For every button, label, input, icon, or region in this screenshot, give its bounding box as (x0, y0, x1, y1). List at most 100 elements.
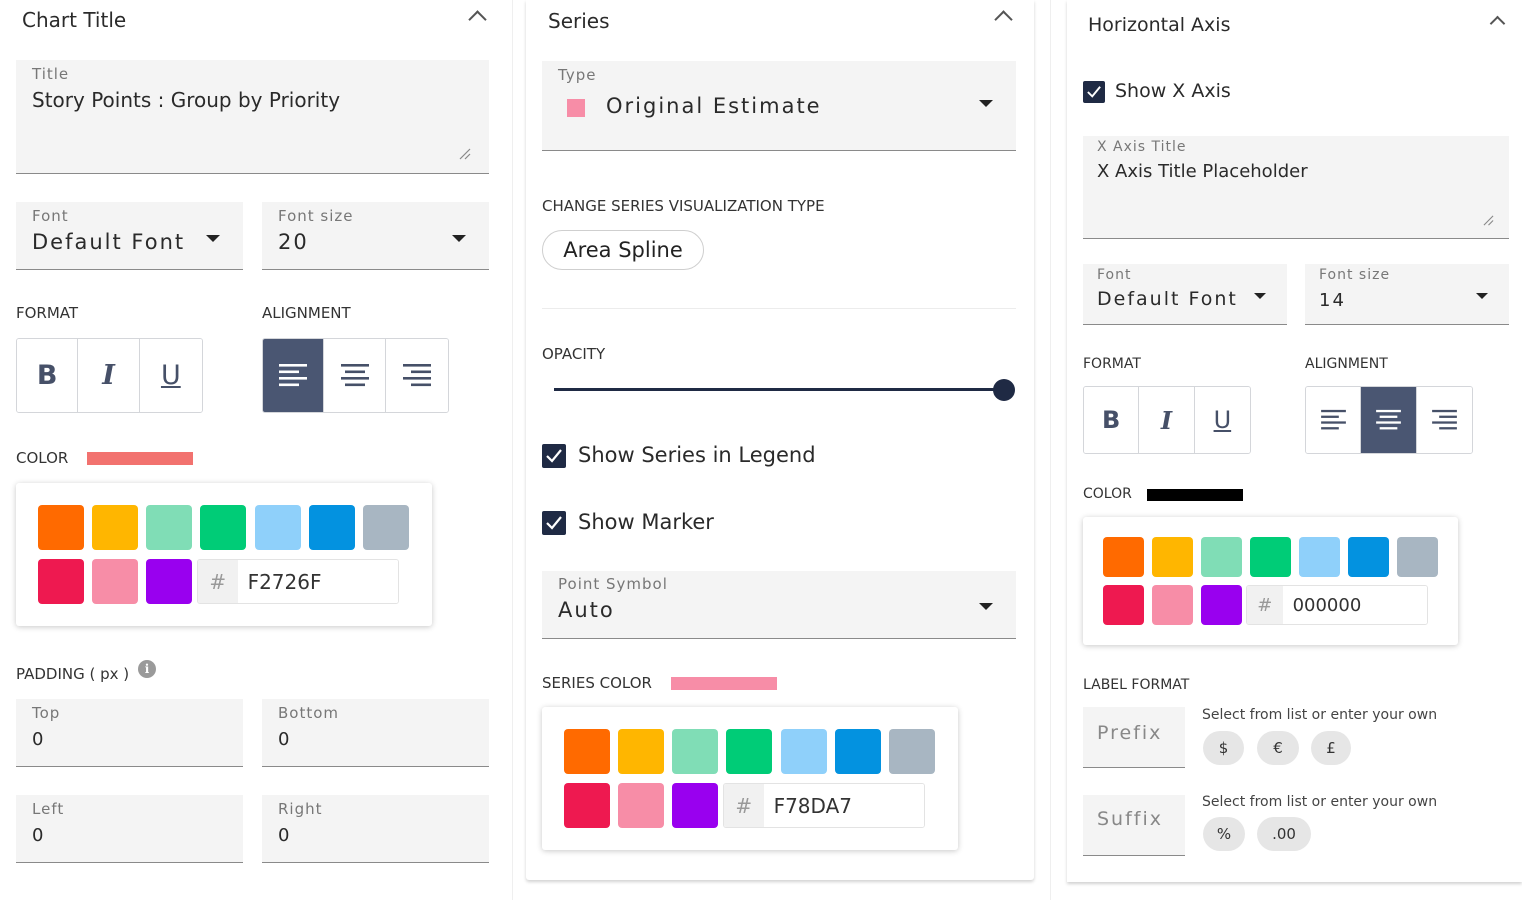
italic-button[interactable]: I (1139, 387, 1195, 453)
color-swatch[interactable] (726, 729, 772, 774)
padding-left-field[interactable]: Left 0 (16, 795, 243, 863)
italic-button[interactable]: I (78, 339, 140, 412)
align-right-button[interactable] (1416, 387, 1472, 453)
chevron-up-icon[interactable] (468, 10, 487, 29)
font-select[interactable]: Font Default Font (16, 202, 243, 270)
color-swatch[interactable] (672, 729, 718, 774)
align-center-button[interactable] (1361, 387, 1417, 453)
font-select-label: Font (32, 207, 69, 225)
show-marker-label[interactable]: Show Marker (578, 510, 714, 534)
dropdown-arrow-icon (1476, 293, 1488, 299)
color-swatch[interactable] (1250, 537, 1291, 577)
hex-input[interactable]: # F2726F (197, 559, 399, 604)
opacity-slider-track[interactable] (554, 388, 1004, 391)
hash-symbol: # (724, 784, 764, 827)
prefix-option-dollar[interactable]: $ (1203, 731, 1244, 765)
padding-top-field[interactable]: Top 0 (16, 699, 243, 767)
color-swatch[interactable] (889, 729, 935, 774)
resize-handle-icon[interactable] (1483, 215, 1494, 226)
color-swatch[interactable] (200, 505, 246, 550)
show-in-legend-checkbox[interactable] (542, 444, 566, 468)
chevron-up-icon[interactable] (1489, 15, 1506, 32)
color-swatch[interactable] (781, 729, 827, 774)
color-swatch[interactable] (1299, 537, 1340, 577)
align-right-button[interactable] (385, 339, 448, 412)
color-swatch[interactable] (309, 505, 355, 550)
color-swatch[interactable] (564, 729, 610, 774)
change-viz-type-label: CHANGE SERIES VISUALIZATION TYPE (542, 197, 825, 215)
color-swatch[interactable] (1103, 585, 1144, 625)
font-size-select[interactable]: Font size 20 (262, 202, 489, 270)
color-swatch[interactable] (1152, 537, 1193, 577)
prefix-input[interactable]: Prefix (1083, 707, 1185, 768)
divider (542, 308, 1016, 309)
color-swatch[interactable] (92, 505, 138, 550)
dropdown-arrow-icon (979, 100, 993, 107)
prefix-option-euro[interactable]: € (1257, 731, 1299, 765)
color-swatch[interactable] (618, 729, 664, 774)
padding-label: PADDING ( px ) (16, 665, 130, 683)
color-swatch[interactable] (1201, 585, 1242, 625)
color-swatch[interactable] (1397, 537, 1438, 577)
suffix-option-percent[interactable]: % (1203, 817, 1245, 851)
title-field-label: Title (32, 65, 70, 83)
color-swatch[interactable] (1348, 537, 1389, 577)
resize-handle-icon[interactable] (459, 148, 471, 160)
horizontal-axis-header: Horizontal Axis (1088, 14, 1231, 36)
viz-type-button[interactable]: Area Spline (542, 230, 704, 270)
color-swatch[interactable] (363, 505, 409, 550)
color-swatch[interactable] (92, 559, 138, 604)
hex-input[interactable]: # 000000 (1246, 585, 1428, 625)
color-swatch[interactable] (618, 783, 664, 828)
color-swatch[interactable] (835, 729, 881, 774)
align-left-icon (1320, 409, 1346, 429)
underline-button[interactable]: U (139, 339, 202, 412)
color-swatch[interactable] (255, 505, 301, 550)
x-axis-title-field[interactable]: X Axis Title X Axis Title Placeholder (1083, 136, 1509, 239)
format-button-group: B I U (1083, 386, 1251, 454)
opacity-slider-thumb[interactable] (993, 379, 1015, 401)
hex-value[interactable]: F78DA7 (763, 784, 924, 827)
align-left-button[interactable] (1306, 387, 1362, 453)
bold-button[interactable]: B (17, 339, 79, 412)
color-swatch[interactable] (564, 783, 610, 828)
show-x-axis-checkbox[interactable] (1083, 81, 1105, 103)
color-swatch[interactable] (1201, 537, 1242, 577)
color-swatch[interactable] (146, 559, 192, 604)
prefix-option-pound[interactable]: £ (1311, 731, 1351, 765)
underline-button[interactable]: U (1194, 387, 1250, 453)
show-in-legend-label[interactable]: Show Series in Legend (578, 443, 816, 467)
hash-symbol: # (1247, 586, 1283, 624)
font-select[interactable]: Font Default Font (1083, 264, 1287, 325)
color-swatch[interactable] (1103, 537, 1144, 577)
series-type-value: Original Estimate (606, 94, 822, 118)
color-swatch[interactable] (672, 783, 718, 828)
color-swatch[interactable] (146, 505, 192, 550)
chevron-up-icon[interactable] (994, 10, 1013, 29)
color-swatch[interactable] (38, 505, 84, 550)
series-color-palette: # F78DA7 (542, 707, 958, 850)
show-x-axis-label[interactable]: Show X Axis (1115, 80, 1231, 102)
hex-value[interactable]: F2726F (237, 560, 398, 603)
color-preview-bar (1147, 489, 1243, 501)
font-size-select[interactable]: Font size 14 (1305, 264, 1509, 325)
series-type-select[interactable]: Type Original Estimate (542, 61, 1016, 151)
info-icon[interactable]: i (138, 660, 156, 678)
padding-bottom-field[interactable]: Bottom 0 (262, 699, 489, 767)
point-symbol-select[interactable]: Point Symbol Auto (542, 571, 1016, 639)
color-swatch[interactable] (1152, 585, 1193, 625)
align-center-button[interactable] (324, 339, 386, 412)
hex-input[interactable]: # F78DA7 (723, 783, 925, 828)
padding-right-field[interactable]: Right 0 (262, 795, 489, 863)
title-field[interactable]: Title Story Points : Group by Priority (16, 60, 489, 174)
suffix-option-decimals[interactable]: .00 (1257, 817, 1311, 851)
font-select-value: Default Font (1097, 288, 1238, 310)
padding-bottom-value: 0 (278, 729, 292, 750)
hex-value[interactable]: 000000 (1282, 586, 1427, 624)
color-swatch[interactable] (38, 559, 84, 604)
align-left-button[interactable] (263, 339, 325, 412)
suffix-input[interactable]: Suffix (1083, 795, 1185, 856)
show-marker-checkbox[interactable] (542, 511, 566, 535)
opacity-label: OPACITY (542, 345, 606, 363)
bold-button[interactable]: B (1084, 387, 1140, 453)
